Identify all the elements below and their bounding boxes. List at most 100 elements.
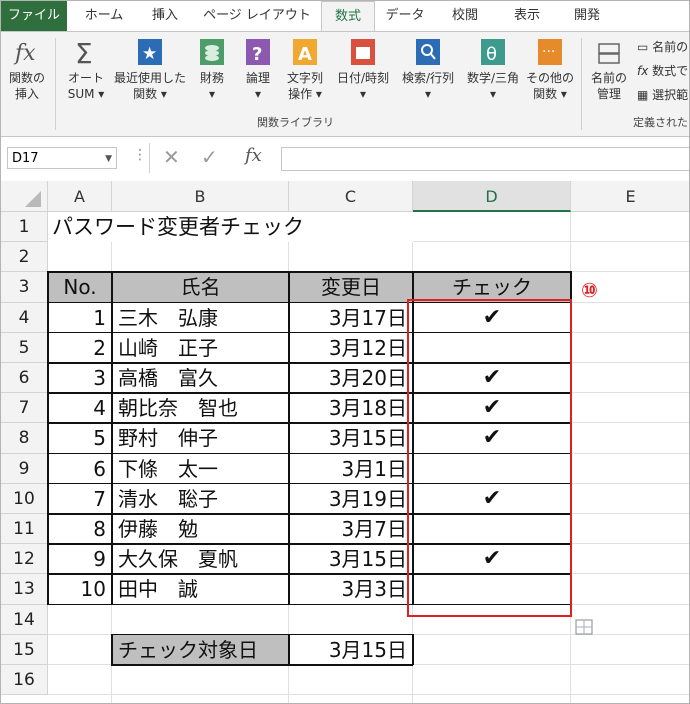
row-header-5[interactable]: 5 xyxy=(1,332,48,363)
tab-view[interactable]: 表示 xyxy=(499,1,555,31)
more-icon: ⋮ xyxy=(133,147,147,163)
cell-date[interactable]: 3月15日 xyxy=(289,423,413,454)
math-button[interactable]: θ 数学/三角 ▾ xyxy=(461,36,525,102)
title-cell[interactable]: パスワード変更者チェック xyxy=(48,212,413,243)
row-header-8[interactable]: 8 xyxy=(1,423,48,454)
header-no[interactable]: No. xyxy=(48,272,112,303)
dropdown-arrow-icon[interactable]: ▼ xyxy=(105,148,112,170)
tab-review[interactable]: 校閲 xyxy=(437,1,493,31)
cancel-icon[interactable]: ✕ xyxy=(163,145,180,169)
quick-analysis-icon[interactable] xyxy=(575,618,595,636)
cell-date[interactable]: 3月20日 xyxy=(289,363,413,394)
tab-page-layout[interactable]: ページ レイアウト xyxy=(197,1,317,31)
use-in-formula-button[interactable]: fx 数式で xyxy=(637,62,688,80)
tab-formulas[interactable]: 数式 xyxy=(321,1,375,33)
financial-button[interactable]: 財務 ▾ xyxy=(191,36,233,102)
column-header-b[interactable]: B xyxy=(112,181,289,212)
row-header-6[interactable]: 6 xyxy=(1,363,48,394)
tab-data[interactable]: データ xyxy=(377,1,433,31)
cell-date[interactable]: 3月18日 xyxy=(289,393,413,424)
cell-no[interactable]: 5 xyxy=(48,423,112,454)
row-header-15[interactable]: 15 xyxy=(1,634,48,665)
cell-no[interactable]: 8 xyxy=(48,514,112,545)
cell-date[interactable]: 3月7日 xyxy=(289,514,413,545)
row-header-1[interactable]: 1 xyxy=(1,212,48,243)
target-label[interactable]: チェック対象日 xyxy=(112,634,289,665)
header-name[interactable]: 氏名 xyxy=(112,272,289,303)
cell-name[interactable]: 三木 弘康 xyxy=(112,302,289,333)
tab-insert[interactable]: 挿入 xyxy=(137,1,193,31)
row-header-3[interactable]: 3 xyxy=(1,272,48,303)
column-header-e[interactable]: E xyxy=(571,181,689,212)
table-border xyxy=(48,271,571,273)
cell-no[interactable]: 7 xyxy=(48,483,112,514)
cell-name[interactable]: 田中 誠 xyxy=(112,574,289,605)
cell-date[interactable]: 3月3日 xyxy=(289,574,413,605)
svg-text:···: ··· xyxy=(542,44,555,60)
define-name-button[interactable]: ▭ 名前の xyxy=(637,38,688,56)
table-border xyxy=(111,271,113,605)
cell-no[interactable]: 2 xyxy=(48,332,112,363)
svg-text:?: ? xyxy=(252,44,262,65)
cell-date[interactable]: 3月19日 xyxy=(289,483,413,514)
column-header-d[interactable]: D xyxy=(413,181,571,212)
row-header-12[interactable]: 12 xyxy=(1,544,48,575)
create-from-selection-button[interactable]: ▦ 選択範 xyxy=(637,86,688,104)
row-header-4[interactable]: 4 xyxy=(1,302,48,333)
row-header-13[interactable]: 13 xyxy=(1,574,48,605)
logical-button[interactable]: ? 論理 ▾ xyxy=(237,36,279,102)
table-border xyxy=(47,271,49,605)
tag-icon: ▭ xyxy=(637,40,649,54)
insert-function-icon[interactable]: fx xyxy=(245,145,262,166)
question-book-icon: ? xyxy=(243,36,273,68)
cell-name[interactable]: 伊藤 勉 xyxy=(112,514,289,545)
cell-no[interactable]: 1 xyxy=(48,302,112,333)
row-header-2[interactable]: 2 xyxy=(1,242,48,273)
svg-text:★: ★ xyxy=(142,44,157,64)
target-value[interactable]: 3月15日 xyxy=(289,634,413,665)
select-all-corner[interactable] xyxy=(1,181,48,212)
cell-no[interactable]: 4 xyxy=(48,393,112,424)
cell-no[interactable]: 9 xyxy=(48,544,112,575)
cell-date[interactable]: 3月17日 xyxy=(289,302,413,333)
row-header-10[interactable]: 10 xyxy=(1,483,48,514)
sigma-icon: Σ xyxy=(71,36,101,70)
recent-functions-button[interactable]: ★ 最近使用した 関数 ▾ xyxy=(111,36,189,102)
row-header-9[interactable]: 9 xyxy=(1,453,48,484)
name-box[interactable]: D17 ▼ xyxy=(7,147,117,169)
target-border xyxy=(412,633,414,665)
header-date[interactable]: 変更日 xyxy=(289,272,413,303)
column-header-a[interactable]: A xyxy=(48,181,112,212)
formula-input[interactable] xyxy=(281,147,689,171)
lookup-button[interactable]: 検索/行列 ▾ xyxy=(397,36,459,102)
cell-date[interactable]: 3月15日 xyxy=(289,544,413,575)
cell-name[interactable]: 下條 太一 xyxy=(112,453,289,484)
cell-no[interactable]: 3 xyxy=(48,363,112,394)
row-header-7[interactable]: 7 xyxy=(1,393,48,424)
cell-name[interactable]: 野村 伸子 xyxy=(112,423,289,454)
row-header-11[interactable]: 11 xyxy=(1,514,48,545)
row-header-14[interactable]: 14 xyxy=(1,604,48,635)
tab-file[interactable]: ファイル xyxy=(1,1,67,31)
name-manager-button[interactable]: 名前の 管理 xyxy=(585,36,633,102)
insert-function-button[interactable]: fx 関数の 挿入 xyxy=(5,36,49,102)
cell-name[interactable]: 大久保 夏帆 xyxy=(112,544,289,575)
datetime-button[interactable]: 日付/時刻 ▾ xyxy=(331,36,395,102)
tab-home[interactable]: ホーム xyxy=(73,1,135,31)
column-header-c[interactable]: C xyxy=(289,181,413,212)
cell-name[interactable]: 清水 聡子 xyxy=(112,483,289,514)
tab-developer[interactable]: 開発 xyxy=(559,1,615,31)
enter-icon[interactable]: ✓ xyxy=(201,145,218,169)
cell-name[interactable]: 朝比奈 智也 xyxy=(112,393,289,424)
other-functions-button[interactable]: ··· その他の 関数 ▾ xyxy=(525,36,575,102)
cell-date[interactable]: 3月12日 xyxy=(289,332,413,363)
group-label-function-library: 関数ライブラリ xyxy=(257,116,334,129)
cell-no[interactable]: 10 xyxy=(48,574,112,605)
cell-no[interactable]: 6 xyxy=(48,453,112,484)
autosum-button[interactable]: Σ オート SUM ▾ xyxy=(61,36,111,102)
cell-name[interactable]: 高橋 富久 xyxy=(112,363,289,394)
text-functions-button[interactable]: A 文字列 操作 ▾ xyxy=(283,36,327,102)
cell-name[interactable]: 山崎 正子 xyxy=(112,332,289,363)
row-header-16[interactable]: 16 xyxy=(1,665,48,696)
cell-date[interactable]: 3月1日 xyxy=(289,453,413,484)
